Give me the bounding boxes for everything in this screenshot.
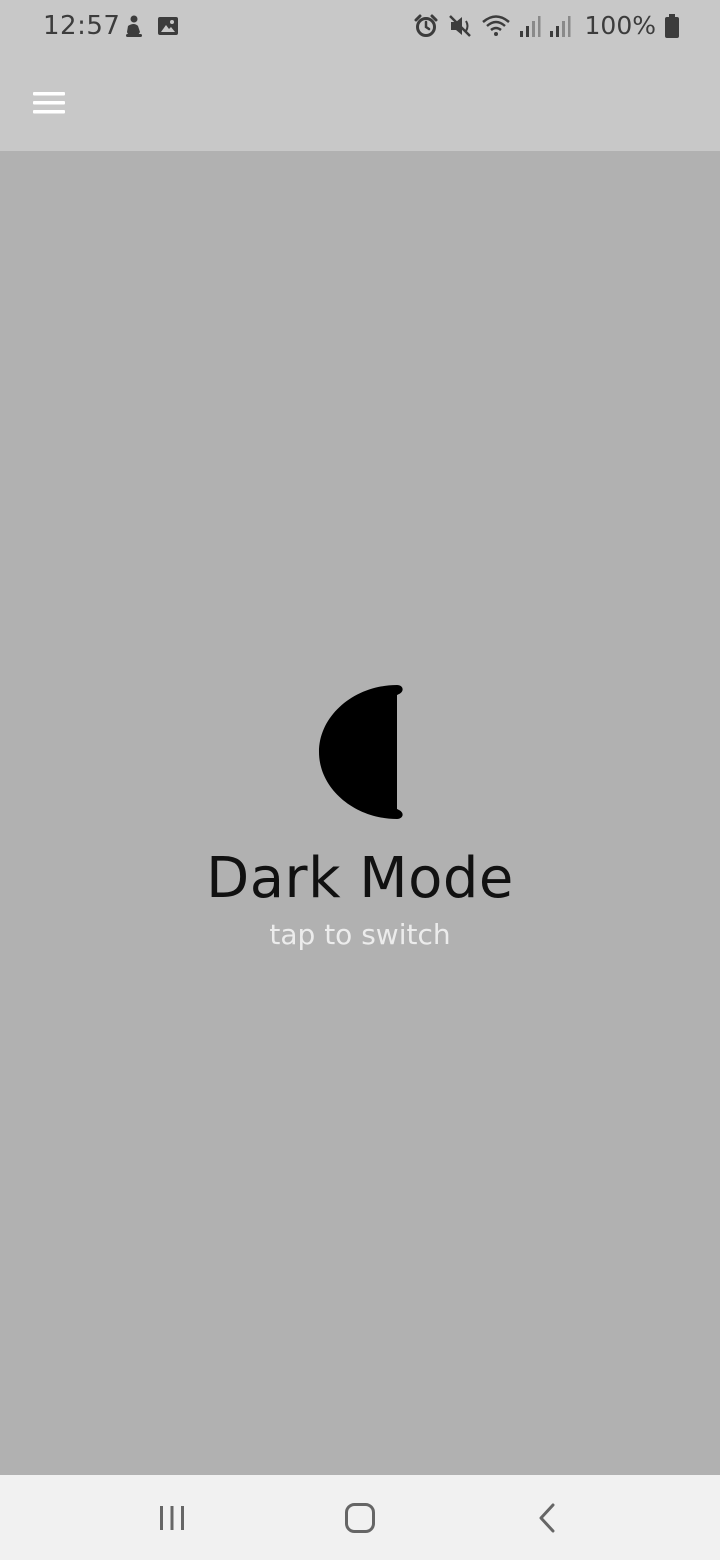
menu-button[interactable] bbox=[22, 78, 76, 128]
home-icon bbox=[345, 1503, 375, 1533]
moon-icon bbox=[319, 685, 403, 819]
status-time: 12:57 bbox=[43, 11, 121, 41]
alarm-icon bbox=[414, 14, 438, 37]
app-bar bbox=[0, 56, 720, 151]
signal-icon bbox=[549, 15, 571, 37]
gesture-person-icon bbox=[126, 15, 142, 37]
recent-apps-button[interactable] bbox=[142, 1493, 202, 1543]
status-bar: 12:57 100% bbox=[0, 0, 720, 56]
battery-percent: 100% bbox=[584, 11, 656, 40]
mode-title: Dark Mode bbox=[206, 846, 514, 911]
image-icon bbox=[158, 17, 178, 35]
mode-hint: tap to switch bbox=[269, 918, 451, 951]
wifi-icon bbox=[481, 14, 510, 36]
signal-icon bbox=[519, 15, 541, 37]
back-button[interactable] bbox=[517, 1493, 577, 1543]
status-left-icons bbox=[122, 14, 180, 40]
recent-apps-icon bbox=[160, 1506, 184, 1530]
main-content: Dark Mode tap to switch bbox=[0, 151, 720, 1475]
navigation-bar bbox=[0, 1475, 720, 1560]
home-button[interactable] bbox=[330, 1493, 390, 1543]
screen: 12:57 100% Dark Mode tap to switch bbox=[0, 0, 720, 1560]
back-icon bbox=[539, 1503, 555, 1533]
battery-icon bbox=[665, 13, 679, 38]
hamburger-menu-icon bbox=[33, 92, 65, 114]
mute-icon bbox=[448, 14, 471, 37]
status-right-icons: 100% bbox=[413, 11, 680, 40]
theme-toggle[interactable]: Dark Mode tap to switch bbox=[160, 671, 560, 971]
